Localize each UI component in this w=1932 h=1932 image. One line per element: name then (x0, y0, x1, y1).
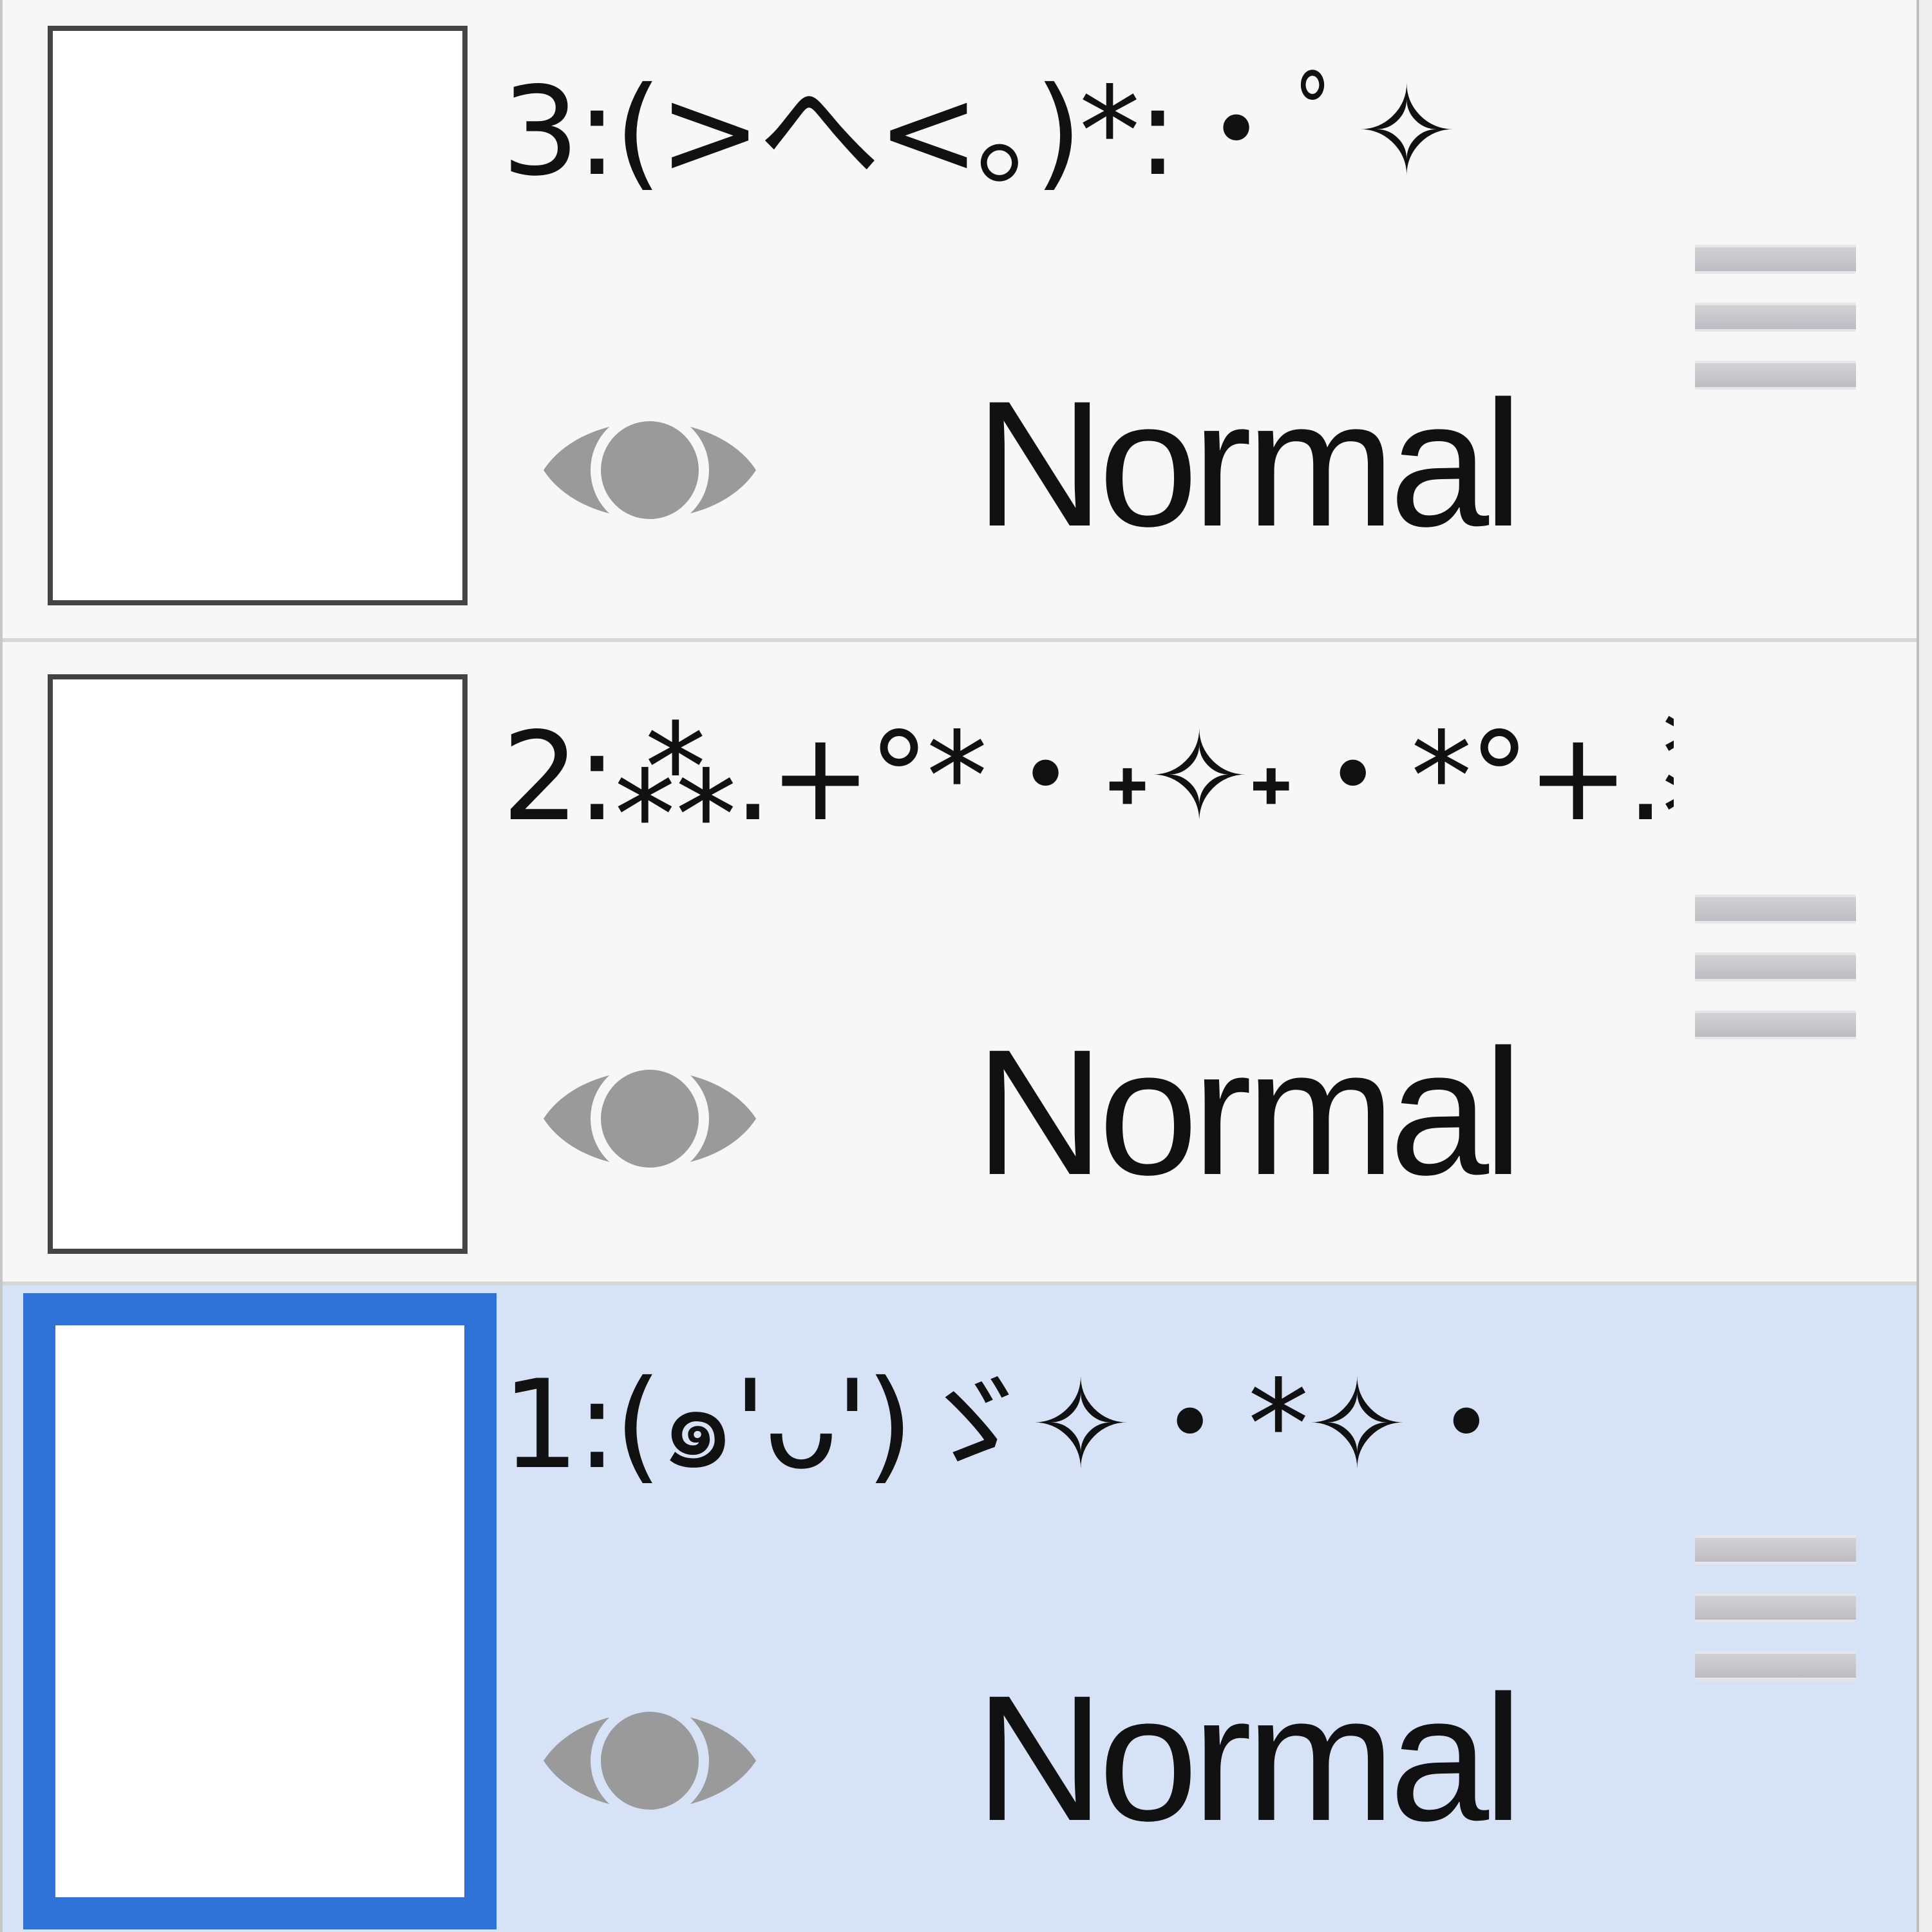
drag-handle-bar (1695, 245, 1856, 274)
drag-handle-icon[interactable] (1695, 245, 1856, 390)
eye-icon (544, 411, 756, 529)
layer-name[interactable]: 2:⁂.+°*・˖✧˖・*°+.⁑ (502, 690, 1674, 903)
drag-handle-icon[interactable] (1695, 1535, 1856, 1680)
drag-handle-bar (1695, 1593, 1856, 1622)
drag-handle-bar (1695, 361, 1856, 390)
drag-handle-bar (1695, 1010, 1856, 1039)
blend-mode-select[interactable]: Normal (975, 1023, 1555, 1202)
layer-thumbnail[interactable] (48, 26, 468, 605)
blend-mode-select[interactable]: Normal (975, 374, 1555, 553)
layers-panel: 3:(>へ<｡)*:・ﾟ✧ Normal 2:⁂.+°*・˖✧˖・*°+.⁑ N… (0, 0, 1917, 1932)
layer-row-2[interactable]: 2:⁂.+°*・˖✧˖・*°+.⁑ Normal (3, 642, 1917, 1286)
layer-name[interactable]: 3:(>へ<｡)*:・ﾟ✧ (502, 45, 1674, 258)
drag-handle-bar (1695, 895, 1856, 923)
eye-icon (544, 1701, 756, 1820)
layer-row-3[interactable]: 3:(>へ<｡)*:・ﾟ✧ Normal (3, 0, 1917, 644)
layer-thumbnail-selected[interactable] (23, 1293, 497, 1929)
blend-mode-select[interactable]: Normal (975, 1669, 1555, 1848)
visibility-toggle[interactable] (537, 1035, 762, 1202)
drag-handle-icon[interactable] (1695, 895, 1856, 1039)
drag-handle-bar (1695, 952, 1856, 981)
layer-row-1-selected[interactable]: 1:(๑'ᴗ')ゞ✧・*✧・ Normal (3, 1285, 1917, 1932)
drag-handle-bar (1695, 1535, 1856, 1564)
eye-icon (544, 1059, 756, 1178)
layer-thumbnail[interactable] (48, 674, 468, 1254)
visibility-toggle[interactable] (537, 1677, 762, 1844)
visibility-toggle[interactable] (537, 386, 762, 554)
layer-name[interactable]: 1:(๑'ᴗ')ゞ✧・*✧・ (502, 1338, 1674, 1551)
panel-scrollbar[interactable] (1917, 0, 1932, 1932)
drag-handle-bar (1695, 303, 1856, 332)
drag-handle-bar (1695, 1651, 1856, 1680)
